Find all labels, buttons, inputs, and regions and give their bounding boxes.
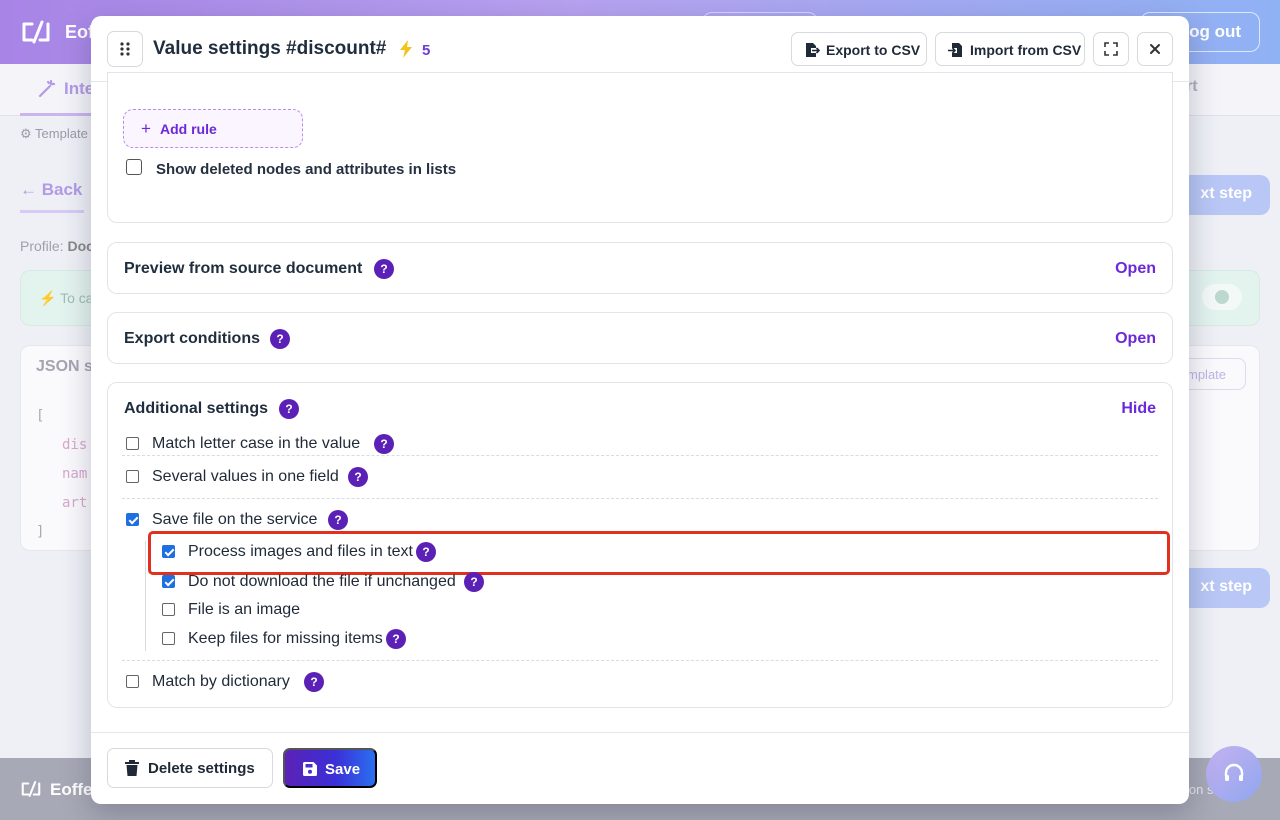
- help-icon: [1215, 290, 1229, 304]
- sub-options-guide: [145, 541, 146, 651]
- additional-settings-title: Additional settings: [124, 400, 268, 417]
- checkbox[interactable]: [162, 575, 175, 588]
- preview-section: Preview from source document ? Open: [107, 242, 1173, 294]
- checkbox[interactable]: [126, 513, 139, 526]
- help-icon[interactable]: ?: [328, 510, 348, 530]
- import-csv-label: Import from CSV: [970, 42, 1082, 58]
- headset-icon: [1224, 763, 1244, 781]
- save-disk-icon: [303, 762, 317, 776]
- option-label: Match letter case in the value: [152, 435, 361, 452]
- footer-brand: Eoffe: [50, 780, 93, 799]
- support-chat-button[interactable]: [1206, 746, 1262, 802]
- help-icon[interactable]: ?: [374, 434, 394, 454]
- tab-integration[interactable]: Inte: [20, 76, 100, 116]
- logo-icon: [22, 20, 50, 44]
- plus-icon: +: [141, 119, 151, 138]
- checkbox[interactable]: [126, 470, 139, 483]
- additional-settings-section: Additional settings ? Hide Match letter …: [107, 382, 1173, 708]
- add-rule-label: Add rule: [160, 121, 217, 137]
- help-icon[interactable]: ?: [348, 467, 368, 487]
- save-button[interactable]: Save: [283, 748, 377, 788]
- divider: [122, 498, 1158, 499]
- highlight-box: [148, 531, 1170, 575]
- add-rule-button[interactable]: + Add rule: [123, 109, 303, 148]
- code-line: dis: [62, 437, 88, 453]
- import-icon: [948, 43, 962, 57]
- delete-settings-button[interactable]: Delete settings: [107, 748, 273, 788]
- expand-icon: [1104, 42, 1118, 56]
- show-deleted-label: Show deleted nodes and attributes in lis…: [156, 161, 457, 178]
- show-deleted-option[interactable]: Show deleted nodes and attributes in lis…: [126, 159, 456, 178]
- help-icon[interactable]: ?: [270, 329, 290, 349]
- code-line: art: [62, 495, 88, 511]
- code-line: nam: [62, 466, 88, 482]
- close-icon: [1150, 44, 1160, 54]
- option-label: Match by dictionary: [152, 673, 290, 690]
- option-label: File is an image: [188, 601, 301, 618]
- drag-handle-button[interactable]: [107, 31, 143, 67]
- json-code: [ dis nam art ]: [36, 402, 87, 547]
- templates-label: Template: [35, 126, 88, 141]
- value-settings-modal: Value settings #discount# 5 Export to CS…: [91, 16, 1189, 804]
- close-button[interactable]: [1137, 32, 1173, 66]
- modal-body: + Add rule Show deleted nodes and attrib…: [91, 72, 1189, 732]
- checkbox[interactable]: [126, 437, 139, 450]
- divider: [122, 660, 1158, 661]
- profile-value: Doc: [67, 238, 94, 254]
- bolt-count: 5: [422, 42, 431, 59]
- profile-line: Profile: Doc: [20, 238, 94, 254]
- additional-settings-hide-link[interactable]: Hide: [1121, 400, 1156, 418]
- json-title: JSON s: [36, 358, 93, 375]
- help-icon[interactable]: ?: [386, 629, 406, 649]
- checkbox[interactable]: [162, 603, 175, 616]
- option-label: Save file on the service: [152, 511, 318, 528]
- help-icon[interactable]: ?: [374, 259, 394, 279]
- modal-title: Value settings #discount#: [153, 38, 387, 59]
- show-deleted-checkbox[interactable]: [126, 159, 142, 175]
- profile-label: Profile:: [20, 238, 64, 254]
- help-icon[interactable]: ?: [279, 399, 299, 419]
- bolt-icon: [400, 40, 412, 58]
- help-icon[interactable]: ?: [464, 572, 484, 592]
- preview-title: Preview from source document: [124, 260, 363, 277]
- fullscreen-button[interactable]: [1093, 32, 1129, 66]
- export-conditions-open-link[interactable]: Open: [1115, 330, 1156, 348]
- preview-open-link[interactable]: Open: [1115, 260, 1156, 278]
- code-line: ]: [36, 524, 45, 540]
- export-csv-button[interactable]: Export to CSV: [791, 32, 927, 66]
- magic-wand-icon: [38, 80, 56, 98]
- delete-settings-label: Delete settings: [148, 760, 255, 777]
- checkbox[interactable]: [162, 632, 175, 645]
- banner-text: To ca: [60, 290, 94, 306]
- export-conditions-section: Export conditions ? Open: [107, 312, 1173, 364]
- trash-icon: [125, 760, 139, 776]
- templates-link[interactable]: ⚙ Template: [20, 126, 88, 142]
- footer-logo-icon: [21, 781, 41, 797]
- divider: [122, 455, 1158, 456]
- save-label: Save: [325, 761, 361, 778]
- rules-card: + Add rule Show deleted nodes and attrib…: [107, 72, 1173, 223]
- gear-icon: ⚙: [20, 126, 32, 141]
- back-label: Back: [41, 180, 83, 199]
- export-csv-label: Export to CSV: [826, 42, 921, 58]
- option-label: Several values in one field: [152, 468, 339, 485]
- banner-help-button[interactable]: [1202, 284, 1242, 310]
- option-label: Do not download the file if unchanged: [188, 573, 456, 590]
- tab-label: Inte: [64, 79, 95, 98]
- export-icon: [806, 43, 820, 57]
- export-conditions-title: Export conditions: [124, 330, 260, 347]
- help-icon[interactable]: ?: [304, 672, 324, 692]
- arrow-left-icon: ←: [20, 180, 37, 199]
- drag-handle-icon: [120, 42, 130, 56]
- back-link[interactable]: ← Back: [20, 180, 84, 213]
- code-line: [: [36, 408, 45, 424]
- modal-footer: Delete settings Save: [91, 732, 1189, 804]
- checkbox[interactable]: [126, 675, 139, 688]
- bolt-icon: ⚡: [39, 290, 57, 306]
- import-csv-button[interactable]: Import from CSV: [935, 32, 1085, 66]
- option-label: Keep files for missing items: [188, 630, 383, 647]
